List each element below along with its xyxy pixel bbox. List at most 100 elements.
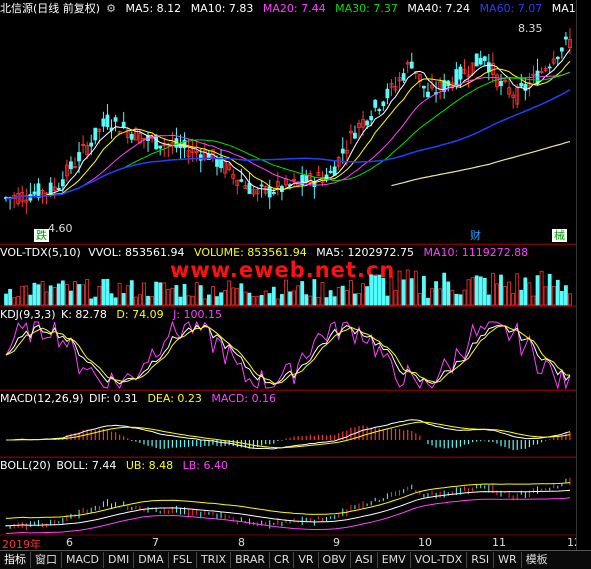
tab-emv[interactable]: EMV — [378, 552, 411, 568]
candle-body — [129, 133, 134, 140]
volume-bar — [430, 288, 434, 306]
candle-body — [304, 174, 309, 183]
tab-rsi[interactable]: RSI — [467, 552, 495, 568]
volume-bar — [389, 276, 394, 306]
candle-body — [69, 161, 73, 170]
volume-bar — [515, 273, 520, 306]
volume-bar — [255, 296, 260, 306]
volume-bar — [69, 290, 73, 306]
date-label: 8 — [238, 536, 245, 549]
candle-body — [340, 148, 345, 154]
candle-body — [409, 61, 414, 69]
candle-body — [559, 47, 564, 52]
volume-bar — [20, 285, 25, 306]
date-label: 7 — [152, 536, 159, 549]
volume-bar — [304, 294, 309, 306]
tab-dma[interactable]: DMA — [134, 552, 169, 568]
volume-bar — [344, 290, 349, 306]
volume-bar — [328, 290, 333, 306]
volume-bar — [194, 282, 199, 306]
volume-bar — [211, 286, 215, 306]
tab-fsl[interactable]: FSL — [169, 552, 197, 568]
tab-template[interactable]: 模板 — [522, 552, 552, 568]
volume-bar — [357, 293, 361, 306]
date-label: 6 — [66, 536, 73, 549]
date-label: 10 — [418, 536, 432, 549]
candle-body — [101, 118, 106, 127]
tab-asi[interactable]: ASI — [351, 552, 378, 568]
volume-bar — [93, 296, 98, 306]
tab-vol-tdx[interactable]: VOL-TDX — [411, 552, 468, 568]
volume-bar — [275, 298, 280, 306]
volume-bar — [8, 288, 12, 306]
volume-bar — [166, 289, 171, 306]
candle-body — [267, 186, 272, 198]
date-label: 9 — [333, 536, 340, 549]
volume-bar — [101, 279, 106, 306]
volume-bar — [381, 277, 386, 306]
candle-body — [239, 179, 244, 182]
volume-bar — [300, 281, 305, 306]
candle-body — [60, 179, 65, 187]
stock-chart-canvas[interactable] — [0, 0, 577, 550]
volume-bar — [77, 284, 81, 306]
volume-bar — [16, 296, 21, 306]
volume-bar — [202, 298, 207, 306]
volume-bar — [446, 281, 451, 306]
kdj-k-line — [5, 324, 571, 385]
volume-bar — [490, 272, 495, 306]
tab-brar[interactable]: BRAR — [231, 552, 271, 568]
volume-bar — [142, 282, 146, 306]
tab-indicator[interactable]: 指标 — [0, 552, 31, 568]
volume-bar — [73, 281, 77, 306]
volume-bar — [56, 283, 61, 306]
tab-obv[interactable]: OBV — [319, 552, 351, 568]
candle-body — [478, 57, 483, 65]
volume-bar — [251, 296, 256, 306]
volume-bar — [450, 289, 455, 306]
ma20-line — [6, 71, 571, 200]
volume-bar — [316, 296, 321, 306]
tab-vr[interactable]: VR — [294, 552, 319, 568]
volume-bar — [503, 286, 507, 306]
volume-bar — [442, 272, 447, 306]
candle-body — [426, 91, 430, 98]
candle-body — [499, 80, 503, 87]
volume-bar — [417, 293, 422, 306]
volume-bar — [511, 293, 516, 306]
volume-bar — [129, 280, 134, 306]
volume-bar — [182, 283, 187, 306]
candle-body — [486, 62, 491, 73]
volume-bar — [340, 285, 345, 306]
right-scrollbar[interactable] — [576, 0, 591, 550]
candle-body — [332, 166, 337, 176]
volume-bar — [178, 296, 183, 306]
volume-bar — [133, 296, 138, 306]
tab-wr[interactable]: WR — [494, 552, 522, 568]
ma5-line — [6, 49, 571, 200]
tab-macd[interactable]: MACD — [62, 552, 104, 568]
candle-body — [458, 66, 463, 80]
candle-body — [48, 182, 53, 195]
volume-bar — [247, 292, 252, 306]
volume-bar — [353, 293, 357, 306]
candle-body — [519, 82, 524, 87]
volume-bar — [32, 282, 37, 306]
tab-window[interactable]: 窗口 — [31, 552, 62, 568]
volume-bar — [312, 279, 317, 306]
volume-bar — [24, 285, 29, 306]
candle-body — [93, 127, 98, 141]
candle-body — [564, 36, 568, 40]
tab-dmi[interactable]: DMI — [104, 552, 135, 568]
volume-bar — [527, 282, 532, 306]
volume-bar — [531, 295, 536, 306]
candle-body — [77, 152, 81, 162]
volume-bar — [174, 285, 179, 306]
volume-bar — [405, 269, 410, 306]
tab-trix[interactable]: TRIX — [197, 552, 232, 568]
volume-bar — [219, 292, 223, 306]
volume-bar — [263, 290, 268, 306]
tab-cr[interactable]: CR — [270, 552, 295, 568]
volume-bar — [271, 286, 276, 306]
volume-bar — [48, 285, 53, 306]
